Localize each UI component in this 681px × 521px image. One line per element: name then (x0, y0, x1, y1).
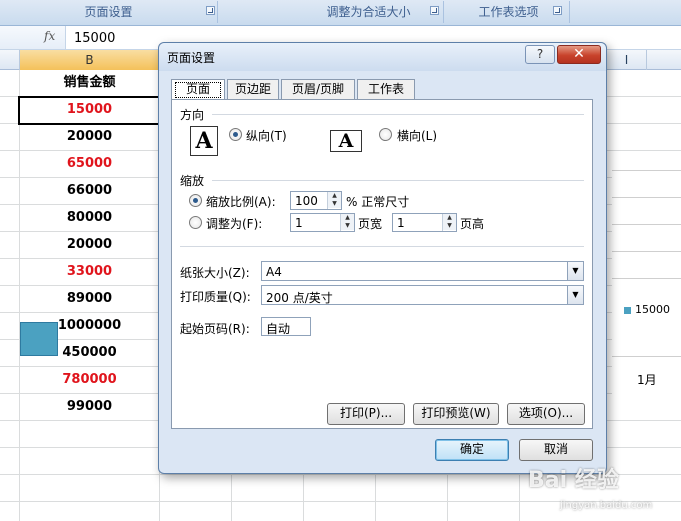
name-box-area: fx (0, 26, 66, 49)
adjust-to-label[interactable]: 缩放比例(A): (206, 193, 276, 210)
active-cell-border (18, 96, 160, 125)
sales-amount-cell[interactable]: 33000 (20, 259, 159, 285)
landscape-label[interactable]: 横向(L) (397, 127, 437, 144)
formula-input[interactable]: 15000 (74, 31, 115, 46)
landscape-icon: A (330, 130, 362, 152)
dialog-title-bar[interactable]: 页面设置 ? ✕ (159, 43, 606, 71)
portrait-label[interactable]: 纵向(T) (246, 127, 287, 144)
spin-up-icon[interactable]: ▲ (341, 214, 354, 222)
chart-gridline (612, 170, 681, 171)
chart-bar[interactable] (20, 322, 58, 356)
pages-tall-value: 1 (397, 216, 405, 230)
legend-swatch (624, 307, 631, 314)
chart-gridline (612, 197, 681, 198)
sales-amount-cell[interactable]: 780000 (20, 367, 159, 393)
paper-size-select[interactable]: A4 ▼ (261, 261, 584, 281)
tab-sheet[interactable]: 工作表 (357, 79, 415, 99)
chart-gridline (612, 224, 681, 225)
chart-gridline (612, 278, 681, 279)
cancel-button[interactable]: 取消 (519, 439, 593, 461)
first-page-number-input[interactable]: 自动 (261, 317, 311, 336)
tab-margins[interactable]: 页边距 (227, 79, 279, 99)
column-header-b[interactable]: B (20, 50, 160, 70)
print-preview-button[interactable]: 打印预览(W) (413, 403, 499, 425)
scaling-title: 缩放 (180, 174, 205, 188)
sales-amount-cell[interactable]: 20000 (20, 124, 159, 150)
help-button[interactable]: ? (525, 45, 555, 64)
function-icon[interactable]: fx (44, 29, 55, 43)
ribbon-group-page-setup: 页面设置 (0, 1, 218, 23)
section-divider (180, 246, 584, 247)
chart-gridline (612, 356, 681, 357)
page-tab-panel: 方向 A 纵向(T) A 横向(L) 缩放 缩放比例(A): 100 ▲ ▼ % … (171, 99, 593, 429)
ribbon-group-scale-to-fit: 调整为合适大小 (294, 1, 444, 23)
sheet-options-launcher-icon[interactable] (553, 6, 562, 15)
tab-label: 页面 (185, 82, 210, 96)
sales-amount-cell[interactable]: 99000 (20, 394, 159, 420)
column-header-i[interactable]: I (607, 50, 647, 70)
fit-to-label[interactable]: 调整为(F): (206, 215, 262, 232)
pages-wide-spinner[interactable]: 1 ▲ ▼ (290, 213, 355, 232)
tab-page[interactable]: 页面 (171, 79, 225, 100)
print-button[interactable]: 打印(P)... (327, 403, 405, 425)
orientation-title: 方向 (180, 108, 205, 122)
options-button[interactable]: 选项(O)... (507, 403, 585, 425)
tab-header-footer[interactable]: 页眉/页脚 (281, 79, 355, 99)
x-axis-label: 1月 (637, 373, 657, 387)
data-label: 15000 (635, 303, 670, 316)
scale-percent-spinner[interactable]: 100 ▲ ▼ (290, 191, 342, 210)
spin-up-icon[interactable]: ▲ (443, 214, 456, 222)
sales-amount-cell[interactable]: 80000 (20, 205, 159, 231)
adjust-to-radio[interactable] (189, 194, 202, 207)
landscape-radio[interactable] (379, 128, 392, 141)
spin-down-icon[interactable]: ▼ (328, 200, 341, 208)
sales-amount-cell[interactable]: 20000 (20, 232, 159, 258)
first-page-label: 起始页码(R): (180, 322, 250, 336)
fit-to-radio[interactable] (189, 216, 202, 229)
spin-down-icon[interactable]: ▼ (443, 222, 456, 230)
spinner-arrows[interactable]: ▲ ▼ (442, 214, 456, 231)
page-setup-launcher-icon[interactable] (206, 6, 215, 15)
paper-size-value: A4 (266, 265, 282, 279)
sales-amount-cell[interactable]: 65000 (20, 151, 159, 177)
chevron-down-icon[interactable]: ▼ (567, 286, 583, 304)
spin-up-icon[interactable]: ▲ (328, 192, 341, 200)
ok-button[interactable]: 确定 (435, 439, 509, 461)
baidu-jingyan-watermark: Bai 经验 jingyan.baidu.com (520, 460, 670, 520)
page-setup-dialog: 页面设置 ? ✕ 页面 页边距 页眉/页脚 工作表 方向 A 纵向(T) A 横… (158, 42, 607, 474)
section-divider (212, 114, 584, 115)
portrait-radio[interactable] (229, 128, 242, 141)
pages-tall-spinner[interactable]: 1 ▲ ▼ (392, 213, 457, 232)
spin-down-icon[interactable]: ▼ (341, 222, 354, 230)
scale-percent-value: 100 (295, 194, 318, 208)
select-all-corner[interactable] (0, 50, 20, 70)
sales-amount-cell[interactable]: 66000 (20, 178, 159, 204)
scale-to-fit-launcher-icon[interactable] (430, 6, 439, 15)
header-cell-sales-amount[interactable]: 销售金额 (20, 70, 159, 96)
chevron-down-icon[interactable]: ▼ (567, 262, 583, 280)
watermark-url: jingyan.baidu.com (560, 500, 653, 511)
paper-size-label: 纸张大小(Z): (180, 266, 250, 280)
chart-gridline (612, 251, 681, 252)
pages-wide-value: 1 (295, 216, 303, 230)
sales-amount-cell[interactable]: 89000 (20, 286, 159, 312)
section-divider (212, 180, 584, 181)
pages-tall-label: 页高 (460, 217, 485, 231)
pages-wide-label: 页宽 (358, 217, 383, 231)
watermark-text: Bai 经验 (528, 468, 619, 493)
ribbon-group-sheet-options: 工作表选项 (448, 1, 570, 23)
print-quality-select[interactable]: 200 点/英寸 ▼ (261, 285, 584, 305)
spinner-arrows[interactable]: ▲ ▼ (327, 192, 341, 209)
spinner-arrows[interactable]: ▲ ▼ (340, 214, 354, 231)
print-quality-value: 200 点/英寸 (266, 291, 333, 305)
portrait-icon: A (190, 126, 218, 156)
print-quality-label: 打印质量(Q): (180, 290, 251, 304)
dialog-title: 页面设置 (167, 51, 216, 65)
close-button[interactable]: ✕ (557, 45, 601, 64)
ribbon-group-bar: 页面设置 调整为合适大小 工作表选项 (0, 0, 681, 26)
normal-size-label: % 正常尺寸 (346, 195, 410, 209)
